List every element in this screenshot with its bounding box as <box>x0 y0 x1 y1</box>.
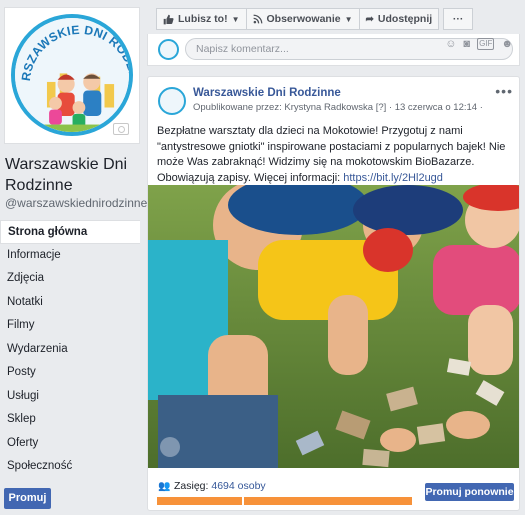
chevron-down-icon: ▼ <box>231 14 240 24</box>
post-photo[interactable] <box>148 185 519 468</box>
reach-section: 👥 Zasięg: 4694 osoby Promuj ponownie <box>148 473 519 510</box>
post-card: Warszawskie Dni Rodzinne Opublikowane pr… <box>147 76 520 511</box>
logo-illustration: WARSZAWSKIE DNI RODZINNE <box>15 18 129 132</box>
page-handle[interactable]: @warszawskiednirodzinne <box>5 196 147 210</box>
author-avatar[interactable] <box>158 87 186 115</box>
post-options-icon[interactable]: ••• <box>495 83 513 99</box>
post-text: Bezpłatne warsztaty dla dzieci na Mokoto… <box>157 125 506 184</box>
more-options-button[interactable]: ··· <box>443 8 474 30</box>
image-watermark-icon <box>160 437 180 457</box>
promote-button[interactable]: Promuj <box>4 488 51 509</box>
follow-button[interactable]: Obserwowanie ▼ <box>245 8 360 30</box>
nav-item-community[interactable]: Społeczność <box>0 455 140 479</box>
nav-item-shop[interactable]: Sklep <box>0 408 140 432</box>
gif-icon[interactable]: GIF <box>477 38 495 50</box>
reach-bar-divider <box>242 497 244 505</box>
nav-item-videos[interactable]: Filmy <box>0 314 140 338</box>
follow-label: Obserwowanie <box>266 13 341 25</box>
share-button[interactable]: ➦ Udostępnij <box>358 8 440 30</box>
camera-icon[interactable] <box>113 123 129 135</box>
reach-bar-fill <box>157 497 412 505</box>
share-label: Udostępnij <box>377 13 433 25</box>
children-playing-photo <box>148 185 519 468</box>
camera-icon[interactable]: ◙ <box>463 38 470 50</box>
profile-picture[interactable]: WARSZAWSKIE DNI RODZINNE <box>4 7 140 144</box>
people-icon: 👥 <box>158 481 171 492</box>
avatar <box>158 39 179 60</box>
more-dots-icon: ··· <box>452 13 464 25</box>
like-page-button[interactable]: Lubisz to! ▼ <box>156 8 247 30</box>
left-column: WARSZAWSKIE DNI RODZINNE Warszawskie Dni… <box>0 0 147 515</box>
reach-text: Zasięg: 4694 osoby <box>174 480 266 492</box>
nav-item-notes[interactable]: Notatki <box>0 291 140 315</box>
rss-icon <box>253 14 262 24</box>
post-author[interactable]: Warszawskie Dni Rodzinne <box>193 87 341 99</box>
nav-item-info[interactable]: Informacje <box>0 244 140 268</box>
thumbs-up-icon <box>163 14 174 24</box>
chevron-down-icon: ▼ <box>344 14 353 24</box>
nav-item-photos[interactable]: Zdjęcia <box>0 267 140 291</box>
emoji-icon[interactable]: ☺ <box>445 38 456 50</box>
post-body: Bezpłatne warsztaty dla dzieci na Mokoto… <box>157 124 512 186</box>
boost-again-button[interactable]: Promuj ponownie <box>425 483 514 501</box>
post-link[interactable]: https://bit.ly/2Hl2ugd <box>343 172 443 184</box>
nav-item-offers[interactable]: Oferty <box>0 432 140 456</box>
share-arrow-icon: ➦ <box>365 13 374 25</box>
reach-value[interactable]: 4694 osoby <box>211 480 265 492</box>
nav-item-home[interactable]: Strona główna <box>0 220 140 244</box>
page-title[interactable]: Warszawskie Dni Rodzinne <box>5 154 145 196</box>
comment-composer: Napisz komentarz... ☺ ◙ GIF ☻ <box>147 34 520 66</box>
nav-item-events[interactable]: Wydarzenia <box>0 338 140 362</box>
page-action-bar: Lubisz to! ▼ Obserwowanie ▼ ➦ Udostępnij… <box>156 8 474 30</box>
page-nav: Strona główna Informacje Zdjęcia Notatki… <box>0 220 140 479</box>
reach-bar <box>157 497 412 505</box>
comment-tools: ☺ ◙ GIF ☻ <box>445 38 513 50</box>
post-meta: Opublikowane przez: Krystyna Radkowska [… <box>193 102 483 113</box>
like-label: Lubisz to! <box>178 13 228 25</box>
nav-item-services[interactable]: Usługi <box>0 385 140 409</box>
reach-label: Zasięg: <box>174 480 209 492</box>
page-logo: WARSZAWSKIE DNI RODZINNE <box>11 14 133 136</box>
nav-item-posts[interactable]: Posty <box>0 361 140 385</box>
sticker-icon[interactable]: ☻ <box>501 38 513 50</box>
